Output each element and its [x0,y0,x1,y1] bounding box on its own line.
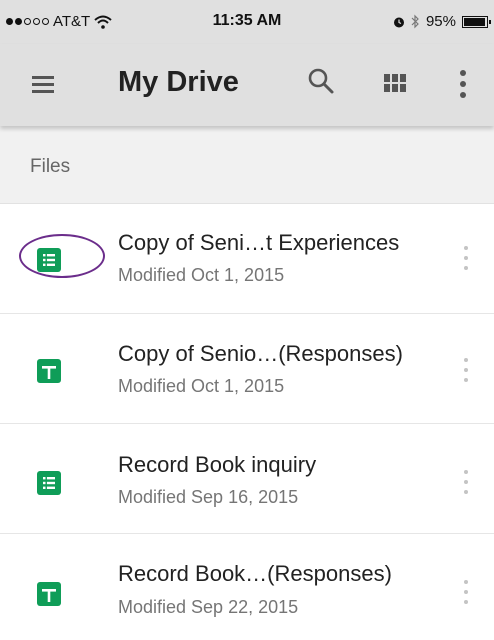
more-vert-icon[interactable] [460,468,472,496]
more-vert-icon[interactable] [460,244,472,272]
file-modified-date: Modified Sep 16, 2015 [118,487,299,507]
files-section-header: Files [0,126,494,204]
battery-icon [462,15,491,28]
file-name: Copy of Seni…t Experiences [118,230,400,255]
file-row[interactable]: Record Book…(Responses) Modified Sep 22,… [0,534,494,640]
file-name: Record Book…(Responses) [118,561,392,586]
bluetooth-icon [411,14,419,29]
form-icon [37,471,61,495]
file-name: Record Book inquiry [118,452,317,477]
highlight-ring [19,234,105,278]
more-vert-icon[interactable] [457,68,469,100]
sheets-icon [37,582,61,606]
file-modified-date: Modified Sep 22, 2015 [118,597,299,617]
search-icon[interactable] [306,66,336,96]
hamburger-menu-icon[interactable] [32,71,58,97]
more-vert-icon[interactable] [460,578,472,606]
alarm-icon [393,17,404,27]
file-modified-date: Modified Oct 1, 2015 [118,265,285,285]
section-label: Files [30,156,71,177]
app-bar: My Drive [0,44,494,126]
file-row[interactable]: Copy of Senio…(Responses) Modified Oct 1… [0,314,494,424]
battery-percent: 95% [425,13,456,30]
grid-view-icon[interactable] [384,74,406,92]
page-title: My Drive [118,66,239,98]
status-bar: AT&T 11:35 AM 95% [0,0,494,44]
file-row[interactable]: Record Book inquiry Modified Sep 16, 201… [0,424,494,534]
more-vert-icon[interactable] [460,356,472,384]
file-modified-date: Modified Oct 1, 2015 [118,376,285,396]
sheets-icon [37,359,61,383]
file-name: Copy of Senio…(Responses) [118,341,403,366]
